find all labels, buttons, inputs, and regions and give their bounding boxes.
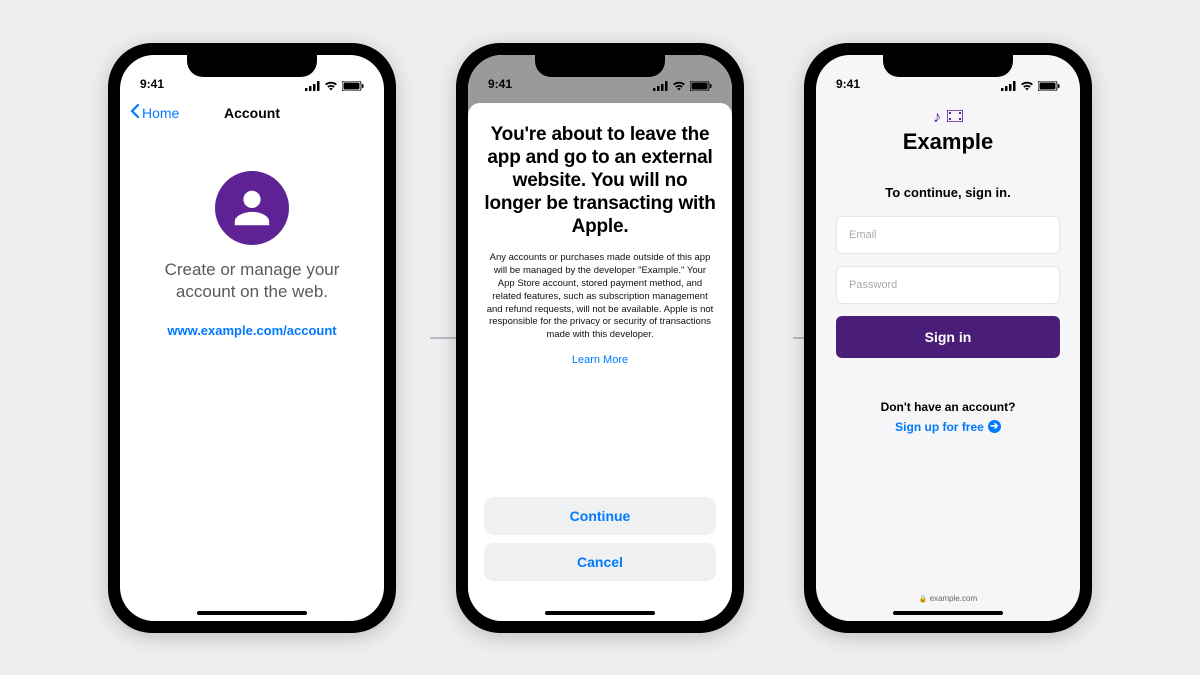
wifi-icon	[672, 81, 686, 91]
cellular-signal-icon	[1001, 81, 1016, 91]
signin-content: ♪ Example To continue, sign in. Email Pa…	[816, 95, 1080, 434]
continue-button[interactable]: Continue	[484, 497, 716, 535]
account-message: Create or manage your account on the web…	[150, 259, 354, 303]
signin-prompt: To continue, sign in.	[836, 185, 1060, 200]
cellular-signal-icon	[653, 81, 668, 91]
user-avatar-icon	[215, 171, 289, 245]
signup-link[interactable]: Sign up for free ➔	[836, 420, 1060, 434]
wifi-icon	[324, 81, 338, 91]
status-time: 9:41	[836, 77, 860, 91]
signup-label: Sign up for free	[895, 420, 984, 434]
arrow-right-circle-icon: ➔	[988, 420, 1001, 433]
notch	[883, 55, 1013, 77]
phone-frame-2: 9:41 You're about to leave the app and g…	[456, 43, 744, 633]
nav-bar: Home Account	[120, 95, 384, 131]
sheet-buttons: Continue Cancel	[484, 497, 716, 581]
brand-icons: ♪	[836, 109, 1060, 127]
browser-url-bar[interactable]: 🔒example.com	[816, 594, 1080, 603]
signin-button[interactable]: Sign in	[836, 316, 1060, 358]
phone-frame-1: 9:41 Home Account Create or manage your …	[108, 43, 396, 633]
sheet-body: Any accounts or purchases made outside o…	[484, 252, 716, 342]
brand-name: Example	[836, 129, 1060, 155]
battery-icon	[342, 81, 364, 91]
nav-title: Account	[120, 105, 384, 121]
cellular-signal-icon	[305, 81, 320, 91]
battery-icon	[1038, 81, 1060, 91]
no-account-text: Don't have an account?	[836, 400, 1060, 414]
url-text: example.com	[930, 594, 978, 603]
email-field[interactable]: Email	[836, 216, 1060, 254]
notch	[535, 55, 665, 77]
sheet-title: You're about to leave the app and go to …	[484, 123, 716, 239]
home-indicator[interactable]	[197, 611, 307, 615]
status-indicators	[305, 81, 364, 91]
screen-2: 9:41 You're about to leave the app and g…	[468, 55, 732, 621]
screen-1: 9:41 Home Account Create or manage your …	[120, 55, 384, 621]
wifi-icon	[1020, 81, 1034, 91]
film-icon	[947, 109, 963, 127]
status-indicators	[653, 81, 712, 91]
status-time: 9:41	[488, 77, 512, 91]
external-link-sheet: You're about to leave the app and go to …	[468, 103, 732, 621]
notch	[187, 55, 317, 77]
status-time: 9:41	[140, 77, 164, 91]
account-web-link[interactable]: www.example.com/account	[150, 323, 354, 338]
phone-frame-3: 9:41 ♪ Example To continue, sign in. Ema…	[804, 43, 1092, 633]
home-indicator[interactable]	[545, 611, 655, 615]
home-indicator[interactable]	[893, 611, 1003, 615]
learn-more-link[interactable]: Learn More	[484, 354, 716, 366]
status-indicators	[1001, 81, 1060, 91]
account-content: Create or manage your account on the web…	[120, 131, 384, 338]
password-field[interactable]: Password	[836, 266, 1060, 304]
cancel-button[interactable]: Cancel	[484, 543, 716, 581]
music-note-icon: ♪	[933, 109, 941, 127]
screen-3: 9:41 ♪ Example To continue, sign in. Ema…	[816, 55, 1080, 621]
lock-icon: 🔒	[919, 596, 928, 603]
battery-icon	[690, 81, 712, 91]
